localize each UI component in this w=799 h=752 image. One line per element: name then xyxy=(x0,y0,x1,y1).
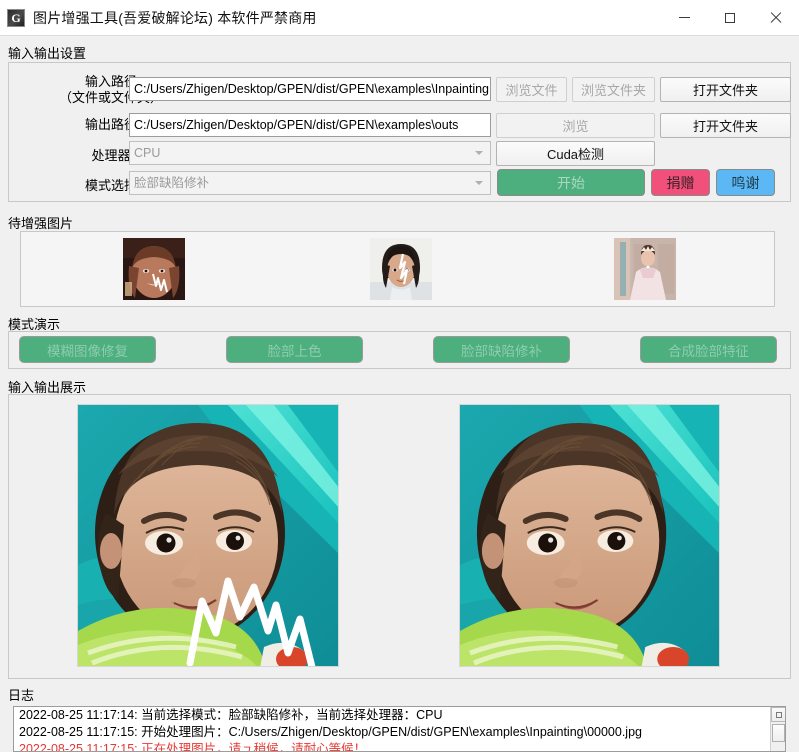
processor-select-value: CPU xyxy=(134,146,160,160)
processor-select[interactable]: CPU xyxy=(129,141,491,165)
close-button[interactable] xyxy=(753,0,799,35)
output-preview-image[interactable] xyxy=(459,404,720,667)
demo-button-face-inpaint[interactable]: 脸部缺陷修补 xyxy=(433,336,570,363)
log-scrollbar[interactable] xyxy=(770,707,785,751)
thumbnail-image xyxy=(370,238,432,300)
app-icon: G xyxy=(7,9,25,27)
input-preview-image[interactable] xyxy=(77,404,339,667)
baby-input-art xyxy=(78,405,339,667)
scroll-up-button[interactable] xyxy=(771,707,786,722)
log-line: 2022-08-25 11:17:15: 正在处理图片，请ュ稍候，请耐心等候！ xyxy=(14,741,785,752)
scrollbar-thumb[interactable] xyxy=(772,724,785,742)
log-line: 2022-08-25 11:17:15: 开始处理图片：C:/Users/Zhi… xyxy=(14,724,785,741)
chevron-down-icon xyxy=(475,151,483,155)
demo-button-blur-restore[interactable]: 模糊图像修复 xyxy=(19,336,156,363)
browse-folder-button[interactable]: 浏览文件夹 xyxy=(572,77,655,102)
section-label-io-settings: 输入输出设置 xyxy=(8,43,86,62)
input-path-field[interactable]: C:/Users/Zhigen/Desktop/GPEN/dist/GPEN\e… xyxy=(129,77,491,101)
window-controls xyxy=(661,0,799,35)
log-line: 2022-08-25 11:17:14: 当前选择模式：脸部缺陷修补，当前选择处… xyxy=(14,707,785,724)
start-button[interactable]: 开始 xyxy=(497,169,645,196)
mode-select-value: 脸部缺陷修补 xyxy=(134,176,209,190)
bride-portrait-art xyxy=(614,238,676,300)
woman-portrait-art xyxy=(123,238,185,300)
demo-button-face-synthesis[interactable]: 合成脸部特征 xyxy=(640,336,777,363)
demo-button-face-colorize[interactable]: 脸部上色 xyxy=(226,336,363,363)
window-title: 图片增强工具(吾爱破解论坛) 本软件严禁商用 xyxy=(33,8,317,28)
child-portrait-art xyxy=(370,238,432,300)
open-output-folder-button[interactable]: 打开文件夹 xyxy=(660,113,791,138)
section-label-pending-images: 待增强图片 xyxy=(8,213,73,232)
thumbnail-bride-portrait[interactable] xyxy=(614,238,676,300)
mode-select[interactable]: 脸部缺陷修补 xyxy=(129,171,491,195)
thumbnail-woman-portrait[interactable] xyxy=(123,238,185,300)
scroll-up-icon xyxy=(776,712,782,718)
section-label-log: 日志 xyxy=(8,685,34,704)
open-input-folder-button[interactable]: 打开文件夹 xyxy=(660,77,791,102)
maximize-button[interactable] xyxy=(707,0,753,35)
thumbnail-image xyxy=(123,238,185,300)
baby-output-art xyxy=(460,405,720,667)
output-path-field[interactable]: C:/Users/Zhigen/Desktop/GPEN/dist/GPEN\e… xyxy=(129,113,491,137)
thumbnail-image xyxy=(614,238,676,300)
maximize-icon xyxy=(725,13,735,23)
app-icon-letter: G xyxy=(11,12,20,24)
donate-button[interactable]: 捐赠 xyxy=(651,169,710,196)
cuda-detect-button[interactable]: Cuda检测 xyxy=(496,141,655,166)
browse-output-button[interactable]: 浏览 xyxy=(496,113,655,138)
log-output[interactable]: 2022-08-25 11:17:14: 当前选择模式：脸部缺陷修补，当前选择处… xyxy=(13,706,786,752)
chevron-down-icon xyxy=(475,181,483,185)
minimize-icon xyxy=(679,17,690,18)
browse-file-button[interactable]: 浏览文件 xyxy=(496,77,567,102)
close-icon xyxy=(770,12,782,24)
thanks-button[interactable]: 鸣谢 xyxy=(716,169,775,196)
minimize-button[interactable] xyxy=(661,0,707,35)
thumbnail-child-portrait[interactable] xyxy=(370,238,432,300)
application-window: G 图片增强工具(吾爱破解论坛) 本软件严禁商用 输入输出设置 输入路径 （文件… xyxy=(0,0,799,752)
title-bar: G 图片增强工具(吾爱破解论坛) 本软件严禁商用 xyxy=(0,0,799,36)
